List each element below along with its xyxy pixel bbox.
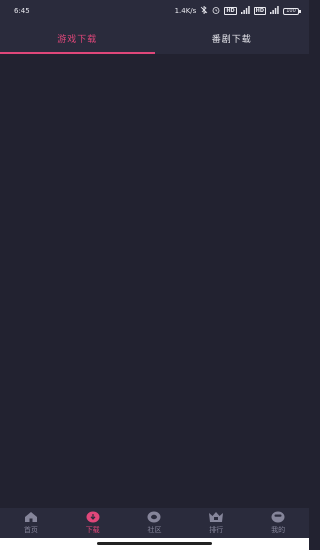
alarm-icon xyxy=(212,6,220,16)
bottom-nav: 首页 下载 社区 排行 我的 xyxy=(0,508,309,538)
nav-label: 下载 xyxy=(85,526,100,534)
nav-label: 排行 xyxy=(209,526,224,534)
system-gesture-bar xyxy=(0,538,309,550)
tab-label: 游戏下载 xyxy=(57,34,98,45)
nav-ranking[interactable]: 排行 xyxy=(185,508,247,538)
nav-profile[interactable]: 我的 xyxy=(247,508,309,538)
nav-label: 我的 xyxy=(271,526,286,534)
network-speed: 1.4K/s xyxy=(174,7,197,15)
signal-icon xyxy=(270,6,279,16)
status-time: 6:45 xyxy=(14,7,30,15)
nav-download[interactable]: 下载 xyxy=(62,508,124,538)
tab-label: 番剧下载 xyxy=(211,34,252,45)
download-list-empty xyxy=(0,54,309,508)
battery-level: 100 xyxy=(286,7,296,14)
profile-icon xyxy=(271,511,285,523)
download-icon xyxy=(86,511,100,523)
tab-bar: 游戏下载 番剧下载 xyxy=(0,22,309,54)
status-icons: 1.4K/s HD HD 100 xyxy=(174,5,301,16)
home-icon xyxy=(24,512,37,522)
battery-icon: 100 xyxy=(283,7,301,15)
bluetooth-off-icon xyxy=(200,5,208,16)
crown-icon xyxy=(209,512,224,522)
hd-icon: HD xyxy=(224,7,237,15)
signal-icon xyxy=(240,6,250,16)
nav-label: 首页 xyxy=(23,526,38,534)
status-bar: 6:45 1.4K/s HD HD 100 xyxy=(0,0,309,22)
home-gesture-handle[interactable] xyxy=(97,542,212,545)
tab-game-download[interactable]: 游戏下载 xyxy=(0,22,155,54)
nav-community[interactable]: 社区 xyxy=(124,508,186,538)
nav-home[interactable]: 首页 xyxy=(0,508,62,538)
community-icon xyxy=(147,511,161,523)
tab-anime-download[interactable]: 番剧下载 xyxy=(155,22,310,54)
hd-icon: HD xyxy=(253,7,266,15)
nav-label: 社区 xyxy=(147,526,162,534)
